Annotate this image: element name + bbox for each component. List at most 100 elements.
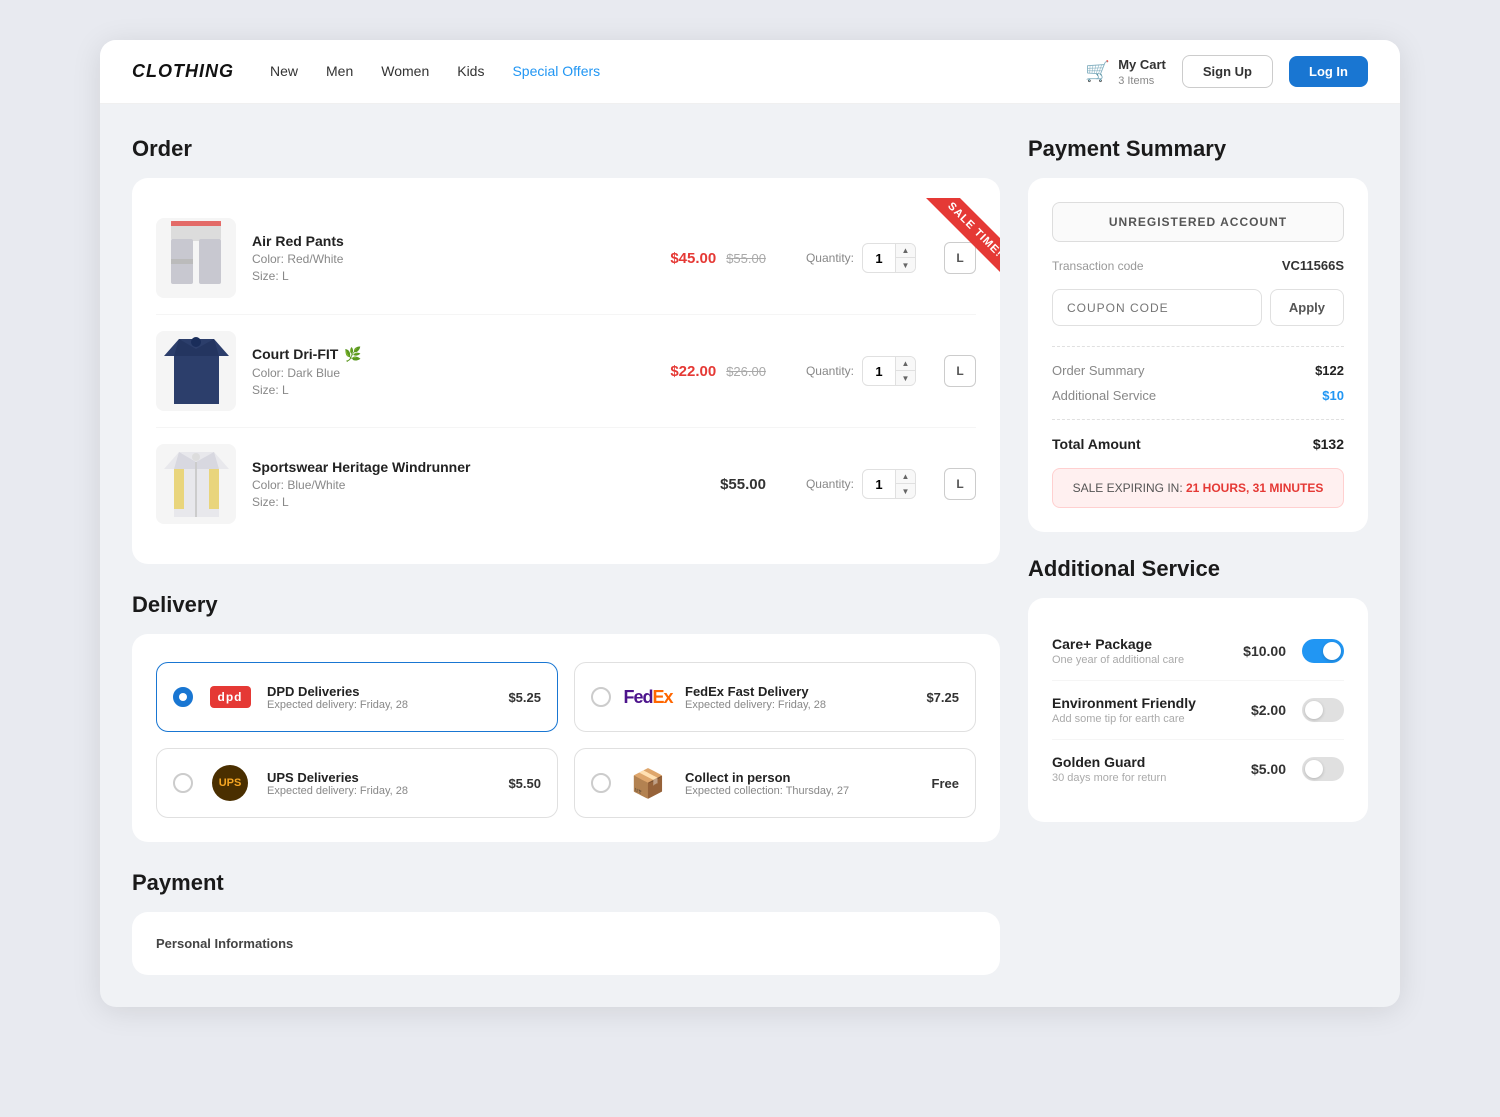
transaction-row: Transaction code VC11566S — [1052, 258, 1344, 273]
order-summary-value: $122 — [1315, 363, 1344, 378]
navbar-right: 🛒 My Cart 3 Items Sign Up Log In — [1085, 55, 1368, 88]
payment-summary-title: Payment Summary — [1028, 136, 1368, 162]
service-name: Golden Guard — [1052, 754, 1235, 770]
table-row: Sportswear Heritage Windrunner Color: Bl… — [156, 428, 976, 540]
cart-label: My Cart — [1118, 57, 1166, 72]
delivery-radio-collect[interactable] — [591, 773, 611, 793]
list-item: Care+ Package One year of additional car… — [1052, 622, 1344, 681]
total-row: Total Amount $132 — [1052, 436, 1344, 452]
nav-item-special[interactable]: Special Offers — [512, 63, 600, 81]
payment-summary-card: UNREGISTERED ACCOUNT Transaction code VC… — [1028, 178, 1368, 532]
service-toggle-eco[interactable] — [1302, 698, 1344, 722]
item-color: Color: Blue/White — [252, 478, 704, 492]
coupon-input[interactable] — [1052, 289, 1262, 326]
delivery-title: Delivery — [132, 592, 1000, 618]
quantity-up[interactable]: ▲ — [895, 244, 915, 258]
ups-logo-wrap: UPS — [205, 765, 255, 801]
left-panel: Order SALE TIME! — [132, 136, 1000, 975]
additional-service-card: Care+ Package One year of additional car… — [1028, 598, 1368, 822]
quantity-down[interactable]: ▼ — [895, 484, 915, 498]
service-name: Environment Friendly — [1052, 695, 1235, 711]
delivery-option-collect[interactable]: 📦 Collect in person Expected collection:… — [574, 748, 976, 818]
apply-button[interactable]: Apply — [1270, 289, 1344, 326]
item-color: Color: Red/White — [252, 252, 654, 266]
quantity-input[interactable] — [863, 360, 895, 383]
ups-logo: UPS — [212, 765, 248, 801]
delivery-option-ups[interactable]: UPS UPS Deliveries Expected delivery: Fr… — [156, 748, 558, 818]
signup-button[interactable]: Sign Up — [1182, 55, 1273, 88]
price-original: $55.00 — [726, 251, 766, 266]
delivery-info-fedex: FedEx Fast Delivery Expected delivery: F… — [685, 684, 914, 711]
delivery-info-collect: Collect in person Expected collection: T… — [685, 770, 920, 797]
payment-card: Personal Informations — [132, 912, 1000, 975]
delivery-price-ups: $5.50 — [508, 776, 541, 791]
quantity-down[interactable]: ▼ — [895, 371, 915, 385]
total-value: $132 — [1313, 436, 1344, 452]
cart-info[interactable]: 🛒 My Cart 3 Items — [1085, 57, 1166, 87]
cart-icon: 🛒 — [1085, 59, 1110, 84]
item-name: Court Dri-FIT 🌿 — [252, 346, 654, 363]
item-quantity-jacket: Quantity: ▲ ▼ — [806, 469, 916, 499]
service-desc: Add some tip for earth care — [1052, 713, 1235, 725]
size-badge: L — [944, 242, 976, 274]
personal-info-label: Personal Informations — [156, 936, 976, 951]
dpd-logo-wrap: dpd — [205, 679, 255, 715]
toggle-knob — [1305, 760, 1323, 778]
service-info-care: Care+ Package One year of additional car… — [1052, 636, 1227, 666]
item-name: Air Red Pants — [252, 233, 654, 249]
unregistered-account-button[interactable]: UNREGISTERED ACCOUNT — [1052, 202, 1344, 242]
quantity-up[interactable]: ▲ — [895, 357, 915, 371]
service-toggle-guard[interactable] — [1302, 757, 1344, 781]
quantity-input[interactable] — [863, 247, 895, 270]
item-size: Size: L — [252, 269, 654, 283]
delivery-option-dpd[interactable]: dpd DPD Deliveries Expected delivery: Fr… — [156, 662, 558, 732]
dpd-logo: dpd — [210, 686, 251, 708]
order-summary-label: Order Summary — [1052, 363, 1144, 378]
order-summary-row: Order Summary $122 — [1052, 363, 1344, 378]
nav-item-new[interactable]: New — [270, 63, 298, 81]
service-toggle-care[interactable] — [1302, 639, 1344, 663]
delivery-options: dpd DPD Deliveries Expected delivery: Fr… — [156, 662, 976, 818]
service-info-guard: Golden Guard 30 days more for return — [1052, 754, 1235, 784]
delivery-info-dpd: DPD Deliveries Expected delivery: Friday… — [267, 684, 496, 711]
delivery-option-fedex[interactable]: FedEx FedEx Fast Delivery Expected deliv… — [574, 662, 976, 732]
service-price: $10.00 — [1243, 643, 1286, 659]
quantity-stepper[interactable]: ▲ ▼ — [862, 243, 916, 273]
service-info-eco: Environment Friendly Add some tip for ea… — [1052, 695, 1235, 725]
box-icon: 📦 — [631, 767, 666, 800]
transaction-label: Transaction code — [1052, 259, 1144, 273]
pants-svg — [166, 221, 226, 296]
product-image-pants — [156, 218, 236, 298]
delivery-radio-ups[interactable] — [173, 773, 193, 793]
delivery-radio-fedex[interactable] — [591, 687, 611, 707]
eco-icon: 🌿 — [344, 346, 361, 363]
login-button[interactable]: Log In — [1289, 56, 1368, 87]
delivery-radio-dpd[interactable] — [173, 687, 193, 707]
quantity-up[interactable]: ▲ — [895, 470, 915, 484]
product-image-shirt — [156, 331, 236, 411]
service-price: $2.00 — [1251, 702, 1286, 718]
quantity-stepper[interactable]: ▲ ▼ — [862, 356, 916, 386]
delivery-price-dpd: $5.25 — [508, 690, 541, 705]
table-row: Court Dri-FIT 🌿 Color: Dark Blue Size: L… — [156, 315, 976, 428]
quantity-stepper[interactable]: ▲ ▼ — [862, 469, 916, 499]
additional-service-row: Additional Service $10 — [1052, 388, 1344, 403]
size-badge: L — [944, 468, 976, 500]
navbar: CLOTHING New Men Women Kids Special Offe… — [100, 40, 1400, 104]
fedex-logo: FedEx — [623, 687, 672, 708]
item-prices-shirt: $22.00 $26.00 — [670, 363, 766, 380]
toggle-knob — [1323, 642, 1341, 660]
quantity-down[interactable]: ▼ — [895, 258, 915, 272]
price-sale: $45.00 — [670, 250, 716, 267]
delivery-info-ups: UPS Deliveries Expected delivery: Friday… — [267, 770, 496, 797]
divider — [1052, 346, 1344, 347]
nav-item-women[interactable]: Women — [381, 63, 429, 81]
nav-menu: New Men Women Kids Special Offers — [270, 63, 1085, 81]
nav-item-men[interactable]: Men — [326, 63, 353, 81]
quantity-input[interactable] — [863, 473, 895, 496]
divider-2 — [1052, 419, 1344, 420]
nav-item-kids[interactable]: Kids — [457, 63, 484, 81]
delivery-card: dpd DPD Deliveries Expected delivery: Fr… — [132, 634, 1000, 842]
total-label: Total Amount — [1052, 436, 1141, 452]
product-image-jacket — [156, 444, 236, 524]
